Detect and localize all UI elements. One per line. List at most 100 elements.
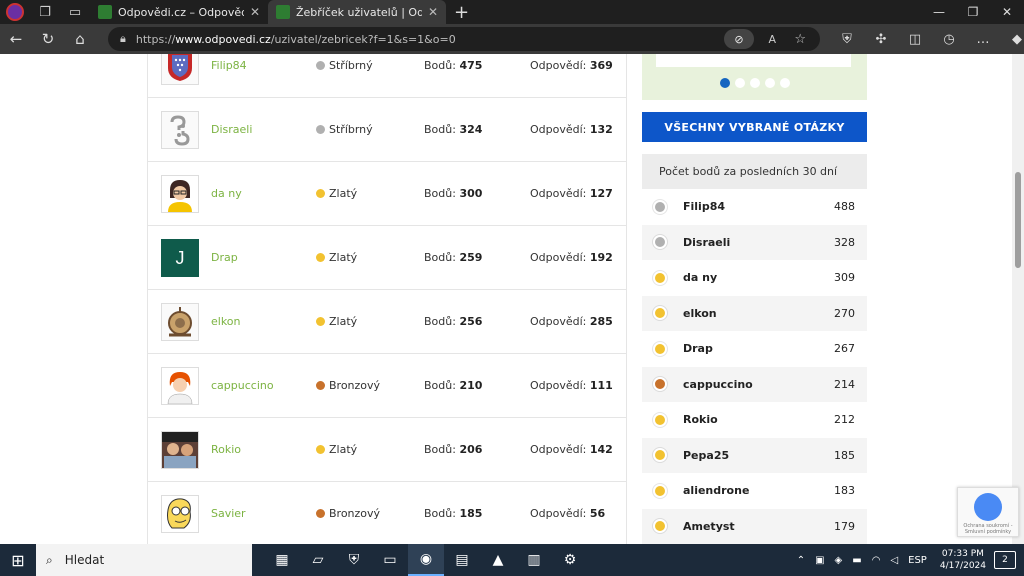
- username-link[interactable]: Disraeli: [211, 123, 252, 136]
- taskbar-search[interactable]: ⌕ Hledat: [36, 544, 252, 576]
- tab-actions-icon[interactable]: ▭: [60, 0, 90, 24]
- close-tab-icon[interactable]: ✕: [250, 5, 260, 19]
- table-row: J Drap Zlatý Bodů: 259 Odpovědí: 192: [148, 226, 626, 290]
- avatar[interactable]: [161, 111, 199, 149]
- recaptcha-logo-icon: [974, 493, 1002, 521]
- carousel-dot[interactable]: [735, 78, 745, 88]
- extensions-icon[interactable]: ✣: [864, 32, 898, 47]
- avatar[interactable]: [161, 303, 199, 341]
- split-screen-icon[interactable]: ◫: [898, 32, 932, 47]
- user-name[interactable]: Filip84: [683, 200, 725, 213]
- all-selected-questions-button[interactable]: VŠECHNY VYBRANÉ OTÁZKY: [642, 112, 867, 142]
- close-window-icon[interactable]: ✕: [990, 0, 1024, 24]
- list-item: Pepa25 185: [642, 437, 867, 473]
- app-icon[interactable]: ▤: [444, 544, 480, 576]
- answers: Odpovědí: 56: [530, 507, 606, 520]
- windows-start-icon[interactable]: ⊞: [0, 544, 36, 576]
- user-name[interactable]: Drap: [683, 342, 713, 355]
- volume-icon[interactable]: ◁: [890, 555, 898, 566]
- tracking-prevention-icon[interactable]: ⊘: [724, 29, 754, 49]
- recaptcha-badge[interactable]: Ochrana soukromí - Smluvní podmínky: [957, 487, 1019, 537]
- user-name[interactable]: elkon: [683, 307, 717, 320]
- tray-app-icon[interactable]: ▣: [815, 555, 824, 566]
- minimize-icon[interactable]: —: [922, 0, 956, 24]
- user-name[interactable]: Disraeli: [683, 236, 730, 249]
- user-name[interactable]: Pepa25: [683, 449, 729, 462]
- notepad-icon[interactable]: ▥: [516, 544, 552, 576]
- username-link[interactable]: Rokio: [211, 443, 241, 456]
- leaderboard-list: Filip84 Stříbrný Bodů: 475 Odpovědí: 369…: [147, 54, 627, 544]
- avatar[interactable]: [161, 367, 199, 405]
- refresh-icon[interactable]: ↻: [32, 24, 64, 54]
- user-name[interactable]: da ny: [683, 271, 717, 284]
- more-options-icon[interactable]: …: [966, 32, 1000, 47]
- page-scrollbar[interactable]: [1012, 54, 1024, 544]
- table-row: cappuccino Bronzový Bodů: 210 Odpovědí: …: [148, 354, 626, 418]
- username-link[interactable]: da ny: [211, 187, 242, 200]
- tab-leaderboard[interactable]: Žebříček uživatelů | Odpovědi.cz ✕: [268, 0, 446, 24]
- address-bar[interactable]: 🔒︎ https://www.odpovedi.cz/uzivatel/zebr…: [108, 27, 820, 51]
- username-link[interactable]: elkon: [211, 315, 241, 328]
- answers: Odpovědí: 127: [530, 187, 613, 200]
- profile-avatar[interactable]: [6, 3, 24, 21]
- avatar[interactable]: [161, 175, 199, 213]
- vlc-icon[interactable]: ▲: [480, 544, 516, 576]
- edge-browser-icon[interactable]: ◉: [408, 544, 444, 576]
- username-link[interactable]: Drap: [211, 251, 238, 264]
- carousel-dot[interactable]: [750, 78, 760, 88]
- date: 4/17/2024: [939, 561, 986, 571]
- chevron-up-icon[interactable]: ⌃: [797, 555, 805, 566]
- close-tab-icon[interactable]: ✕: [428, 5, 438, 19]
- shield-app-icon[interactable]: ⛨: [336, 544, 372, 576]
- lock-icon[interactable]: 🔒︎: [120, 32, 126, 46]
- avatar[interactable]: [161, 54, 199, 85]
- file-explorer-icon[interactable]: ▭: [372, 544, 408, 576]
- scrollbar-thumb[interactable]: [1015, 172, 1021, 268]
- clock[interactable]: 07:33 PM 4/17/2024: [940, 548, 986, 572]
- home-icon[interactable]: ⌂: [64, 24, 96, 54]
- back-icon[interactable]: ←: [0, 24, 32, 54]
- list-item: Disraeli 328: [642, 224, 867, 260]
- user-name[interactable]: cappuccino: [683, 378, 753, 391]
- user-name[interactable]: Rokio: [683, 413, 718, 426]
- username-link[interactable]: Savier: [211, 507, 246, 520]
- username-link[interactable]: cappuccino: [211, 379, 274, 392]
- username-link[interactable]: Filip84: [211, 59, 247, 72]
- read-aloud-icon[interactable]: A: [768, 33, 776, 46]
- language-indicator[interactable]: ESP: [908, 555, 927, 566]
- window-controls: — ❐ ✕: [922, 0, 1024, 24]
- new-tab-icon[interactable]: +: [454, 2, 469, 23]
- tab-odpovedi-home[interactable]: Odpovědi.cz – Odpověď na každ ✕: [90, 0, 268, 24]
- list-item: Drap 267: [642, 331, 867, 367]
- gold-medal-icon: [653, 306, 667, 321]
- list-item: cappuccino 214: [642, 366, 867, 402]
- notifications-icon[interactable]: 2: [994, 551, 1016, 569]
- restore-icon[interactable]: ❐: [956, 0, 990, 24]
- user-name[interactable]: aliendrone: [683, 484, 749, 497]
- carousel-dot[interactable]: [780, 78, 790, 88]
- carousel-dot[interactable]: [720, 78, 730, 88]
- favorite-star-icon[interactable]: ☆: [794, 32, 806, 47]
- avatar[interactable]: J: [161, 239, 199, 277]
- wifi-icon[interactable]: ◠: [872, 555, 881, 566]
- windows-taskbar: ⊞ ⌕ Hledat ▦ ▱ ⛨ ▭ ◉ ▤ ▲ ▥ ⚙ ⌃ ▣ ◈ ▬ ◠ ◁…: [0, 544, 1024, 576]
- app-icon[interactable]: ⚙: [552, 544, 588, 576]
- copilot-icon[interactable]: ◆: [1000, 32, 1024, 47]
- list-item: da ny 309: [642, 260, 867, 296]
- remote-app-icon[interactable]: ▱: [300, 544, 336, 576]
- tray-app-icon[interactable]: ◈: [835, 555, 843, 566]
- shield-extension-icon[interactable]: ⛨: [830, 32, 864, 47]
- avatar[interactable]: [161, 431, 199, 469]
- avatar[interactable]: [161, 495, 199, 533]
- history-icon[interactable]: ◷: [932, 32, 966, 47]
- carousel-slide: [656, 54, 851, 67]
- calculator-app-icon[interactable]: ▦: [264, 544, 300, 576]
- user-name[interactable]: Ametyst: [683, 520, 735, 533]
- battery-icon[interactable]: ▬: [852, 555, 861, 566]
- rank-label: Zlatý: [316, 315, 357, 328]
- carousel-dot[interactable]: [765, 78, 775, 88]
- list-item: elkon 270: [642, 295, 867, 331]
- system-tray: ⌃ ▣ ◈ ▬ ◠ ◁ ESP 07:33 PM 4/17/2024 2: [792, 544, 1024, 576]
- points-value: 488: [834, 200, 855, 214]
- workspaces-icon[interactable]: ❐: [30, 0, 60, 24]
